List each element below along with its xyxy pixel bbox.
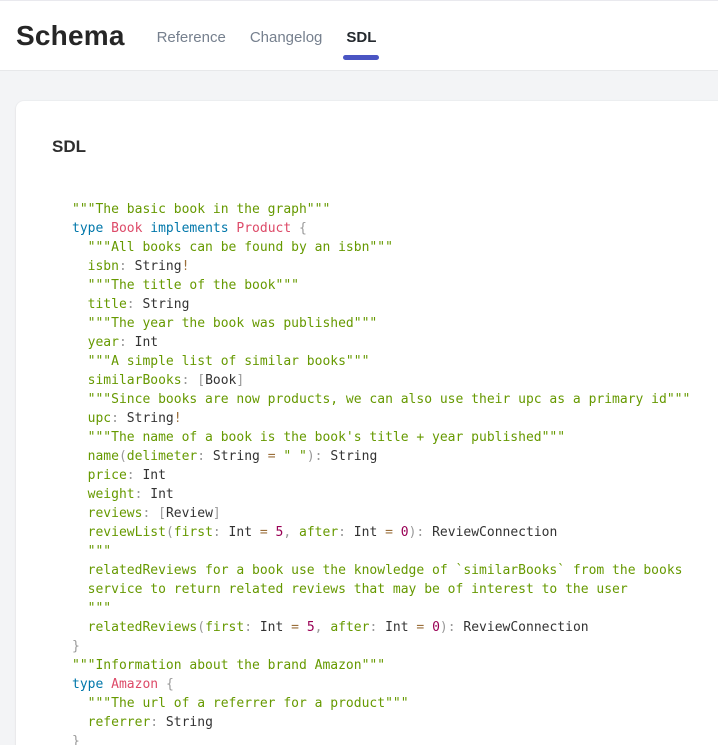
tab-reference[interactable]: Reference [157,29,226,46]
page-header: Schema Reference Changelog SDL [0,1,718,71]
panel-heading: SDL [52,135,718,159]
tab-changelog[interactable]: Changelog [250,29,323,46]
page-title: Schema [16,20,125,52]
tab-sdl[interactable]: SDL [346,29,376,46]
sdl-code: """The basic book in the graph""" type B… [72,202,690,745]
sdl-panel: SDL """The basic book in the graph""" ty… [16,101,718,745]
sdl-code-block: """The basic book in the graph""" type B… [72,200,718,745]
tab-bar: Reference Changelog SDL [157,29,377,46]
main-content: SDL """The basic book in the graph""" ty… [0,71,718,745]
